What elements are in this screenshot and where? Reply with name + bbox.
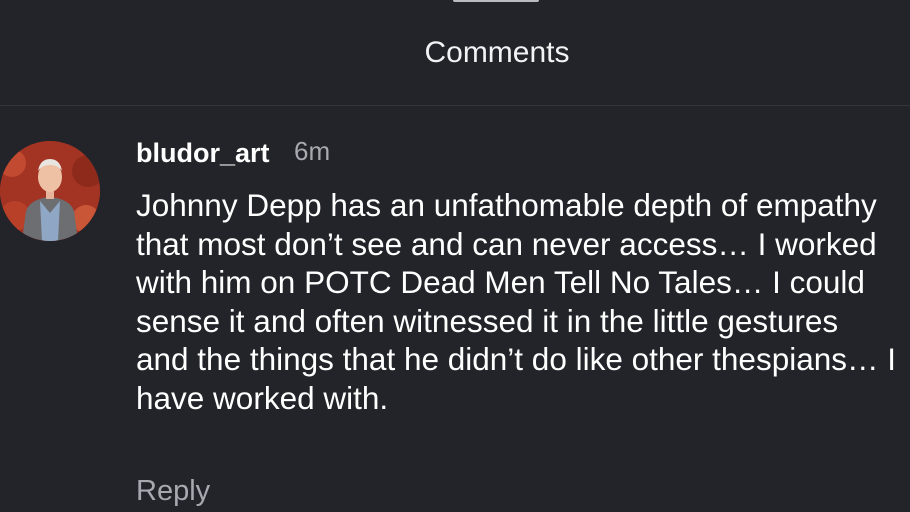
page-title: Comments bbox=[424, 36, 570, 69]
avatar-photo bbox=[0, 141, 100, 241]
comment-username[interactable]: bludor_art bbox=[136, 136, 270, 170]
comment-item: bludor_art 6m Johnny Depp has an unfatho… bbox=[0, 106, 910, 512]
avatar[interactable] bbox=[0, 141, 100, 241]
comment-text: Johnny Depp has an unfathomable depth of… bbox=[136, 187, 896, 416]
comment-timestamp: 6m bbox=[294, 136, 331, 166]
comments-sheet: Comments bludor_art 6m Johnny Depp has a… bbox=[0, 0, 910, 512]
comments-header: Comments bbox=[0, 0, 910, 106]
reply-button[interactable]: Reply bbox=[136, 473, 210, 509]
